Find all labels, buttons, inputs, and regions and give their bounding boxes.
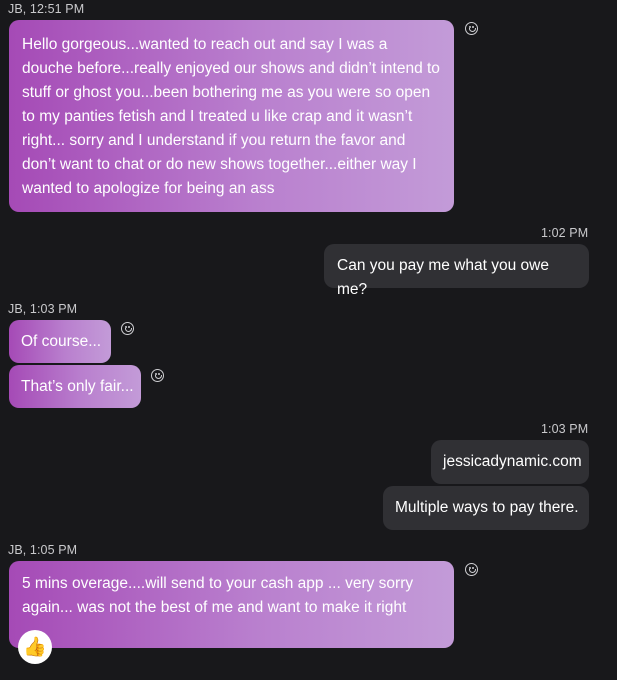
incoming-message-bubble[interactable]: 5 mins overage....will send to your cash…	[9, 561, 454, 648]
message-header: JB, 1:05 PM	[8, 543, 78, 557]
add-reaction-icon[interactable]	[465, 22, 478, 35]
message-text: Hello gorgeous...wanted to reach out and…	[22, 36, 440, 197]
message-text: Multiple ways to pay there.	[395, 499, 579, 516]
message-text: That’s only fair...	[21, 378, 134, 395]
outgoing-message-bubble[interactable]: jessicadynamic.com	[431, 440, 589, 484]
outgoing-message-bubble[interactable]: Multiple ways to pay there.	[383, 486, 589, 530]
message-text: Can you pay me what you owe me?	[337, 257, 549, 298]
message-text: Of course...	[21, 333, 102, 350]
message-text: 5 mins overage....will send to your cash…	[22, 575, 414, 616]
message-timestamp: 1:02 PM	[541, 226, 589, 240]
incoming-message-bubble[interactable]: Of course...	[9, 320, 111, 363]
add-reaction-icon[interactable]	[121, 322, 134, 335]
incoming-message-bubble[interactable]: Hello gorgeous...wanted to reach out and…	[9, 20, 454, 212]
add-reaction-icon[interactable]	[465, 563, 478, 576]
incoming-message-bubble[interactable]: That’s only fair...	[9, 365, 141, 408]
message-timestamp: 1:03 PM	[541, 422, 589, 436]
thumbs-up-icon[interactable]: 👍	[18, 630, 52, 664]
add-reaction-icon[interactable]	[151, 369, 164, 382]
message-header: JB, 1:03 PM	[8, 302, 78, 316]
message-header: JB, 12:51 PM	[8, 2, 85, 16]
message-text: jessicadynamic.com	[443, 453, 582, 470]
outgoing-message-bubble[interactable]: Can you pay me what you owe me?	[324, 244, 589, 298]
